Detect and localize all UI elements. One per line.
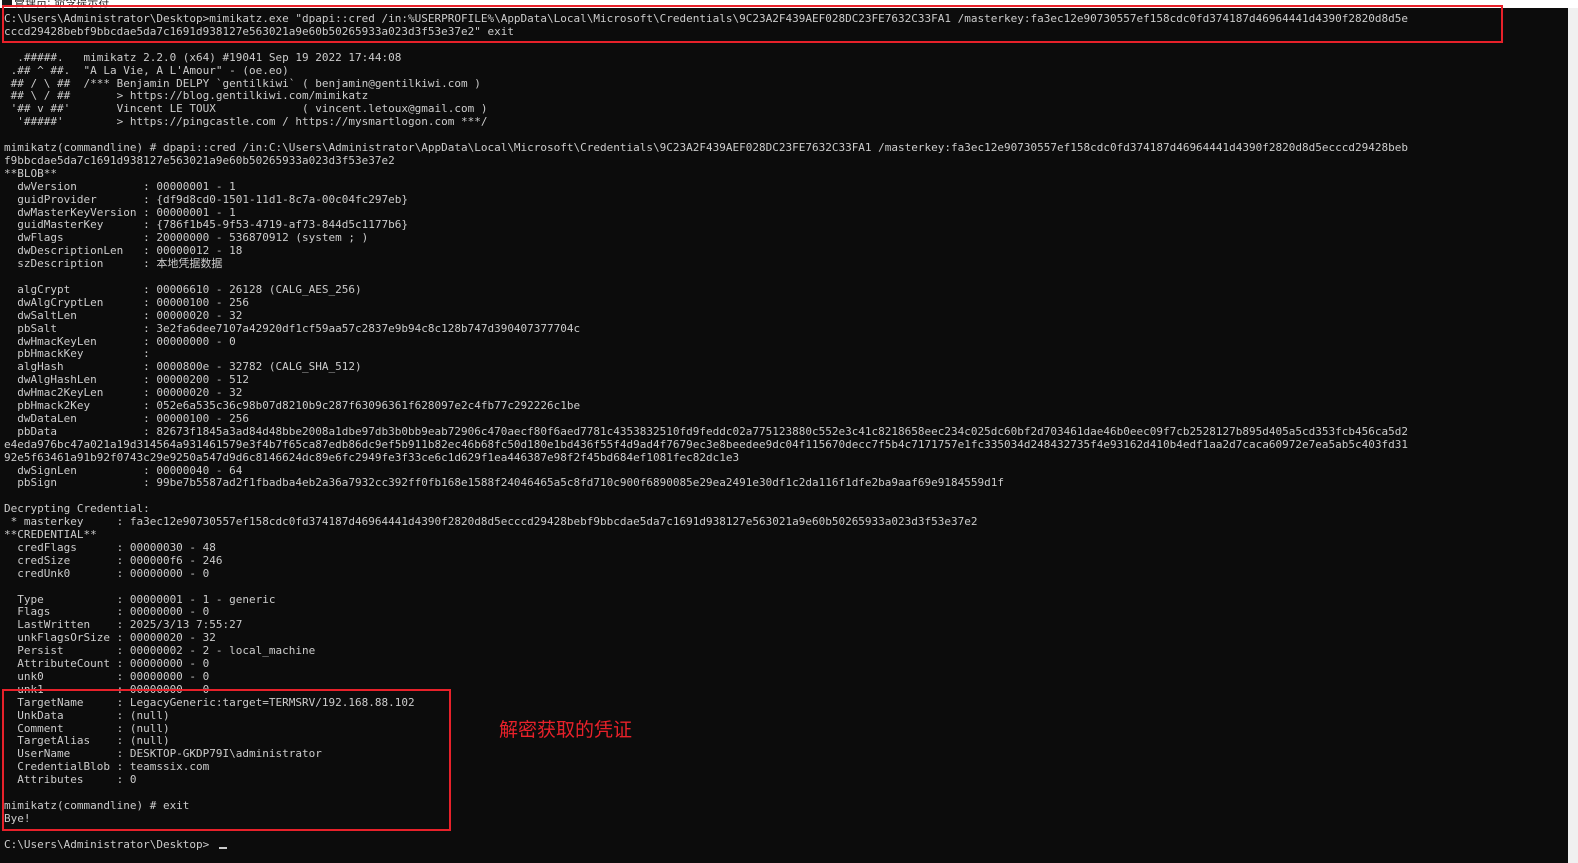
console-line: C:\Users\Administrator\Desktop> (4, 837, 210, 851)
console-line: dwMasterKeyVersion : 00000001 - 1 (4, 205, 236, 219)
credential-highlight-box (2, 689, 451, 831)
console-line: '#####' > https://pingcastle.com / https… (4, 115, 488, 129)
console-line: 92e5f63461a91b92f0743c29e9250a547d9d6c81… (4, 450, 740, 464)
console-line: dwSignLen : 00000040 - 64 (4, 463, 243, 477)
console-line: e4eda976bc47a021a19d314564a931461579e3f4… (4, 437, 1408, 451)
console-line: algCrypt : 00006610 - 26128 (CALG_AES_25… (4, 282, 362, 296)
screenshot: 管理员: 命令提示符 C:\Users\Administrator\Deskto… (0, 0, 1578, 863)
console-line: dwHmacKeyLen : 00000000 - 0 (4, 334, 236, 348)
annotation-label: 解密获取的凭证 (499, 719, 633, 741)
console-line: .## ^ ##. "A La Vie, A L'Amour" - (oe.eo… (4, 63, 289, 77)
console-line: pbSign : 99be7b5587ad2f1fbadba4eb2a36a79… (4, 476, 1005, 490)
console-line: pbHmack2Key : 052e6a535c36c98b07d8210b9c… (4, 399, 581, 412)
console-line: dwHmac2KeyLen : 00000020 - 32 (4, 386, 243, 400)
console-line: unk0 : 00000000 - 0 (4, 669, 210, 683)
console-line: dwDescriptionLen : 00000012 - 18 (4, 244, 243, 258)
console-line: dwFlags : 20000000 - 536870912 (system ;… (4, 231, 369, 245)
console-line: LastWritten : 2025/3/13 7:55:27 (4, 618, 243, 632)
console-line: pbData : 82673f1845a3ad84d48bbe2008a1dbe… (4, 424, 1408, 438)
console-line: f9bbcdae5da7c1691d938127e563021a9e60b502… (4, 153, 395, 167)
console-line: ## / \ ## /*** Benjamin DELPY `gentilkiw… (4, 76, 481, 90)
console-line: dwVersion : 00000001 - 1 (4, 179, 236, 193)
console-line: guidMasterKey : {786f1b45-9f53-4719-af73… (4, 218, 408, 232)
console-line: Type : 00000001 - 1 - generic (4, 592, 276, 606)
console-line: credSize : 000000f6 - 246 (4, 553, 223, 567)
console-line: guidProvider : {df9d8cd0-1501-11d1-8c7a-… (4, 192, 408, 206)
text-cursor (219, 847, 227, 849)
console-line: Decrypting Credential: (4, 502, 150, 516)
vertical-scrollbar[interactable] (1568, 8, 1578, 863)
console-line: credFlags : 00000030 - 48 (4, 540, 216, 554)
console-line: pbHmackKey : (4, 347, 150, 361)
console-line: AttributeCount : 00000000 - 0 (4, 657, 210, 670)
console-line: algHash : 0000800e - 32782 (CALG_SHA_512… (4, 360, 362, 374)
console-line: '## v ##' Vincent LE TOUX ( vincent.leto… (4, 102, 488, 116)
console-line: dwAlgHashLen : 00000200 - 512 (4, 373, 250, 387)
console-line: **CREDENTIAL** (4, 528, 97, 541)
console-line: credUnk0 : 00000000 - 0 (4, 566, 210, 580)
console-line: dwAlgCryptLen : 00000100 - 256 (4, 295, 250, 309)
console-line: dwSaltLen : 00000020 - 32 (4, 308, 243, 322)
console-line: szDescription : 本地凭据数据 (4, 257, 223, 271)
command-highlight-box (2, 5, 1503, 43)
console-line: **BLOB** (4, 166, 57, 180)
console-line: dwDataLen : 00000100 - 256 (4, 411, 250, 425)
console-line: * masterkey : fa3ec12e90730557ef158cdc0f… (4, 515, 978, 529)
console-line: mimikatz(commandline) # dpapi::cred /in:… (4, 141, 1408, 154)
console-line: Flags : 00000000 - 0 (4, 605, 210, 619)
console-line: pbSalt : 3e2fa6dee7107a42920df1cf59aa57c… (4, 321, 581, 335)
console-line: .#####. mimikatz 2.2.0 (x64) #19041 Sep … (4, 50, 402, 64)
console-line: ## \ / ## > https://blog.gentilkiwi.com/… (4, 89, 369, 103)
console-line: Persist : 00000002 - 2 - local_machine (4, 644, 316, 658)
console-line: unkFlagsOrSize : 00000020 - 32 (4, 631, 216, 645)
